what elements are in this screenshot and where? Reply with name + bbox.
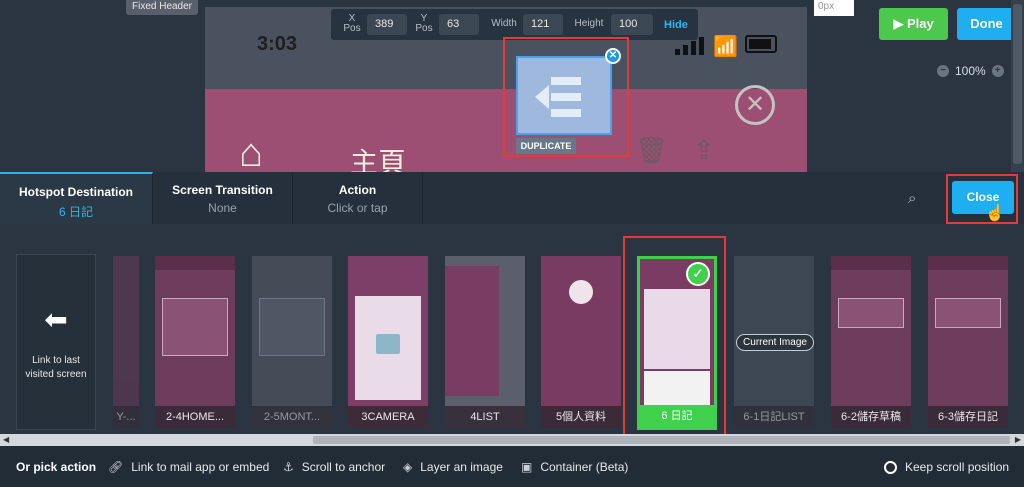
tab-title: Screen Transition [172, 183, 273, 197]
pointer-cursor-icon: ☝ [985, 205, 1005, 222]
checkmark-icon: ✓ [686, 262, 710, 286]
anchor-icon: ⚓︎ [283, 460, 294, 474]
left-arrow-icon: ⬅ [44, 304, 68, 335]
screen-thumb[interactable]: 3CAMERA [348, 256, 428, 428]
y-pos-input[interactable]: 63 [439, 14, 479, 35]
layer-image-label: Layer an image [420, 460, 503, 474]
scroll-anchor-label: Scroll to anchor [301, 460, 386, 474]
tab-subtitle: 6 日記 [58, 205, 93, 219]
tab-subtitle: Click or tap [327, 201, 388, 215]
image-icon [376, 334, 400, 354]
zoom-value: 100% [955, 64, 986, 78]
screen-thumb[interactable]: 2-5MONT... [252, 256, 332, 428]
phone-title: 主頁 [350, 146, 407, 172]
tab-screen-transition[interactable]: Screen Transition None [153, 172, 293, 224]
height-label: Height [574, 18, 604, 29]
container-option[interactable]: ▣ Container (Beta) [521, 460, 628, 474]
link-last-screen-card[interactable]: ⬅ Link to last visited screen [16, 254, 96, 430]
screen-thumb-label: Y-... [113, 406, 139, 428]
width-label: Width [491, 18, 517, 29]
tab-title: Action [338, 183, 377, 197]
scroll-right-icon[interactable]: ▶ [1015, 434, 1021, 446]
y-pos-label: Y Pos [415, 13, 433, 34]
phone-time: 3:03 [257, 33, 298, 55]
fixed-header-tab[interactable]: Fixed Header [126, 0, 198, 15]
layers-icon: ◈ [403, 460, 413, 474]
container-label: Container (Beta) [540, 460, 629, 474]
keep-scroll-radio[interactable] [884, 460, 897, 474]
scroll-anchor-option[interactable]: ⚓︎ Scroll to anchor [283, 460, 385, 474]
upload-icon: ⇪ [693, 135, 715, 165]
screen-thumb-label: 6-1日記LIST [734, 406, 814, 428]
play-label: Play [906, 16, 934, 31]
home-icon: ⌂ [239, 131, 264, 172]
close-circle-icon: ✕ [735, 85, 775, 125]
zoom-control: − 100% + [937, 64, 1004, 78]
hotspot-tab-bar: Hotspot Destination 6 日記 Screen Transiti… [0, 172, 1024, 224]
done-button[interactable]: Done [957, 8, 1016, 40]
pick-action-label: Or pick action [16, 460, 97, 474]
link-mail-option[interactable]: 🔗︎ Link to mail app or embed [108, 460, 269, 474]
zoom-out-button[interactable]: − [937, 65, 949, 77]
zoom-in-button[interactable]: + [991, 65, 1004, 77]
screen-thumb-label: 3CAMERA [348, 406, 428, 428]
x-pos-input[interactable]: 389 [367, 14, 407, 35]
vertical-scrollbar[interactable] [1011, 0, 1024, 172]
px-input[interactable]: 0px [814, 0, 854, 16]
tab-title: Hotspot Destination [19, 185, 133, 199]
keep-scroll-label: Keep scroll position [905, 460, 1010, 474]
tab-subtitle: None [208, 201, 237, 215]
scroll-left-icon[interactable]: ◀ [3, 434, 9, 446]
screen-thumb[interactable]: 4LIST [445, 256, 525, 428]
tab-hotspot-destination[interactable]: Hotspot Destination 6 日記 [0, 172, 153, 224]
screen-thumb[interactable]: 6-3儲存日記 [928, 256, 1008, 428]
battery-icon [745, 35, 777, 53]
screen-thumb-label: 6-2儲存草稿 [831, 406, 911, 428]
remove-hotspot-button[interactable]: ✕ [605, 48, 621, 64]
screen-thumb[interactable]: 5個人資料 [541, 256, 621, 428]
avatar-icon [569, 280, 593, 304]
width-input[interactable]: 121 [523, 14, 563, 35]
position-bar: X Pos 389 Y Pos 63 Width 121 Height 100 Hi… [331, 9, 698, 40]
back-arrow-icon [535, 77, 581, 117]
hide-button[interactable]: Hide [664, 19, 688, 31]
screen-thumb-label: 2-4HOME... [155, 406, 235, 428]
container-icon: ▣ [521, 460, 533, 474]
scrollbar-thumb[interactable] [313, 436, 1010, 444]
link-last-label: Link to last visited screen [25, 355, 87, 380]
play-icon: ▶ [893, 16, 904, 31]
screen-thumb-label: 2-5MONT... [252, 406, 332, 428]
search-icon[interactable]: ⌕ [908, 190, 916, 207]
screen-thumb-label: 5個人資料 [541, 406, 621, 428]
screen-thumb-label: 6-3儲存日記 [928, 406, 1008, 428]
keep-scroll-option[interactable]: Keep scroll position [884, 460, 1009, 474]
trash-icon: 🗑 [635, 135, 669, 165]
height-input[interactable]: 100 [611, 14, 653, 35]
wifi-icon: 📶 [713, 36, 738, 58]
current-image-badge: Current Image [736, 334, 814, 351]
screen-thumb[interactable]: Y-... [113, 256, 139, 428]
screen-thumb[interactable]: 2-4HOME... [155, 256, 235, 428]
tab-action[interactable]: Action Click or tap [293, 172, 423, 224]
screen-thumb-label: 4LIST [445, 406, 525, 428]
link-mail-label: Link to mail app or embed [131, 460, 270, 474]
link-icon: 🔗︎ [108, 460, 124, 474]
screen-thumb[interactable]: 6-2儲存草稿 [831, 256, 911, 428]
horizontal-scrollbar[interactable]: ◀ ▶ [0, 434, 1024, 446]
duplicate-button[interactable]: DUPLICATE [516, 138, 576, 154]
screen-thumb-label: 6 日記 [640, 405, 714, 427]
play-button[interactable]: ▶ Play [879, 8, 948, 40]
x-pos-label: X Pos [343, 13, 361, 34]
action-bar: Or pick action 🔗︎ Link to mail app or emb… [0, 446, 1024, 487]
layer-image-option[interactable]: ◈ Layer an image [403, 460, 503, 474]
